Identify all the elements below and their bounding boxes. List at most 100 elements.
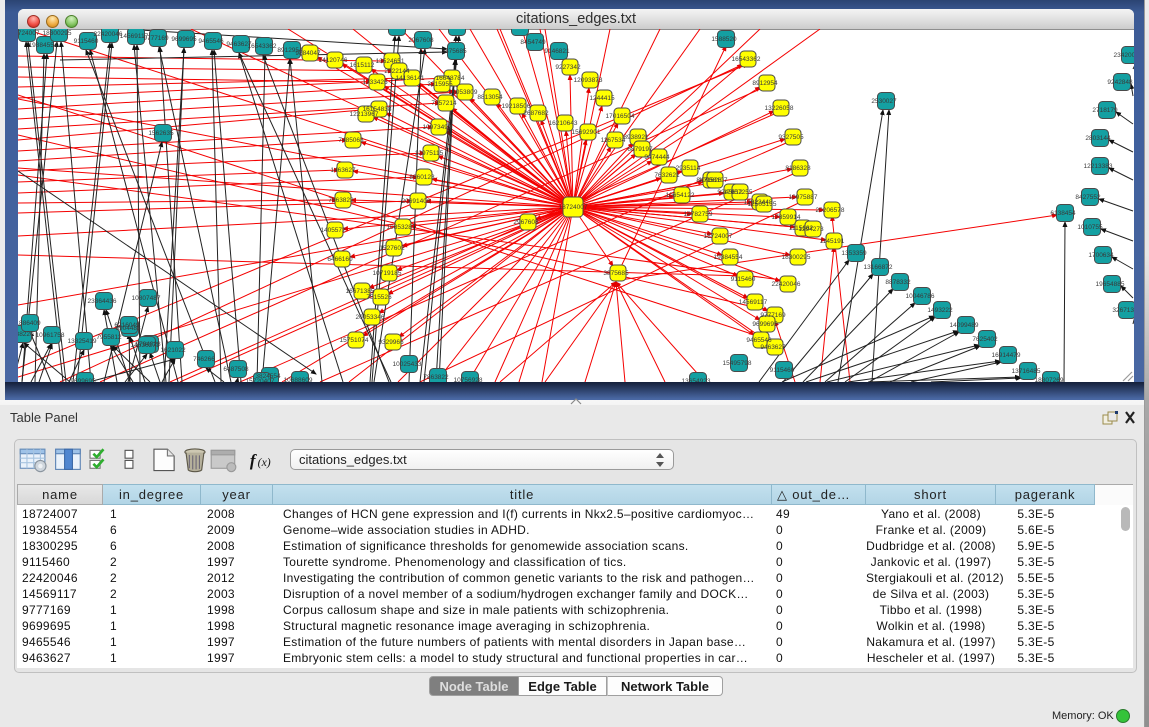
svg-text:9115460: 9115460 <box>731 276 756 283</box>
svg-text:12505135: 12505135 <box>748 201 777 208</box>
svg-text:13166872: 13166872 <box>864 264 893 271</box>
svg-text:9474444: 9474444 <box>644 154 670 161</box>
svg-text:18300295: 18300295 <box>43 30 72 37</box>
svg-text:1621022: 1621022 <box>160 347 186 354</box>
svg-text:14136141: 14136141 <box>396 75 425 82</box>
svg-text:16053809: 16053809 <box>449 89 478 96</box>
svg-text:1244415: 1244415 <box>589 95 615 102</box>
svg-text:10807487: 10807487 <box>132 295 161 302</box>
svg-text:1562635: 1562635 <box>148 130 174 137</box>
svg-text:7632621: 7632621 <box>654 172 680 179</box>
svg-text:19384554: 19384554 <box>29 42 58 49</box>
svg-text:2530027: 2530027 <box>871 98 897 105</box>
svg-text:7515526: 7515526 <box>366 294 392 301</box>
svg-text:16782759: 16782759 <box>684 211 713 218</box>
svg-text:22420046: 22420046 <box>772 281 801 288</box>
svg-text:9699695: 9699695 <box>171 36 197 43</box>
svg-text:3267130: 3267130 <box>1112 307 1134 314</box>
svg-text:15692901: 15692901 <box>572 129 601 136</box>
svg-text:9465546: 9465546 <box>198 38 224 45</box>
svg-text:746266: 746266 <box>193 356 215 363</box>
svg-text:8454749: 8454749 <box>520 39 546 46</box>
svg-text:1538220: 1538220 <box>18 331 34 338</box>
svg-text:9699695: 9699695 <box>752 321 778 328</box>
svg-text:10975887: 10975887 <box>789 194 818 201</box>
svg-text:1010755: 1010755 <box>1077 224 1103 231</box>
svg-text:3875685: 3875685 <box>441 48 467 55</box>
svg-text:18724007: 18724007 <box>559 204 588 211</box>
svg-text:10973493: 10973493 <box>423 124 452 131</box>
svg-text:6879197: 6879197 <box>627 146 653 153</box>
svg-text:20053346: 20053346 <box>356 314 385 321</box>
svg-text:8186328: 8186328 <box>505 29 531 31</box>
svg-text:9329966: 9329966 <box>378 339 404 346</box>
svg-text:1733426: 1733426 <box>362 79 388 86</box>
svg-text:2687682: 2687682 <box>523 110 549 117</box>
svg-text:13226058: 13226058 <box>381 29 410 31</box>
svg-text:8813054: 8813054 <box>477 94 503 101</box>
svg-text:7955812: 7955812 <box>96 334 122 341</box>
svg-text:2967608: 2967608 <box>513 219 539 226</box>
svg-text:9146821: 9146821 <box>544 48 570 55</box>
svg-text:14099489: 14099489 <box>950 322 979 329</box>
svg-text:23364436: 23364436 <box>88 298 117 305</box>
svg-text:14120746: 14120746 <box>319 57 348 64</box>
svg-text:7485063: 7485063 <box>338 137 364 144</box>
svg-text:20691406: 20691406 <box>402 198 431 205</box>
svg-text:9463627: 9463627 <box>760 344 786 351</box>
svg-text:2935114: 2935114 <box>676 165 701 172</box>
svg-text:3875685: 3875685 <box>603 270 629 277</box>
svg-text:1615112: 1615112 <box>350 62 375 69</box>
svg-text:22420046: 22420046 <box>94 31 123 38</box>
svg-text:1886409: 1886409 <box>18 320 41 327</box>
svg-text:10958107: 10958107 <box>699 177 728 184</box>
svg-text:10719185: 10719185 <box>373 270 402 277</box>
svg-text:12213967: 12213967 <box>350 111 379 118</box>
svg-text:8186328: 8186328 <box>785 165 811 172</box>
svg-text:1700634: 1700634 <box>1088 252 1114 259</box>
svg-text:9327505: 9327505 <box>778 134 804 141</box>
svg-text:9242848: 9242848 <box>1107 79 1133 86</box>
svg-text:20206578: 20206578 <box>816 207 845 214</box>
svg-text:7357214: 7357214 <box>431 100 457 107</box>
svg-text:18724007: 18724007 <box>18 30 40 37</box>
svg-text:8912954: 8912954 <box>752 80 778 87</box>
svg-text:8878332: 8878332 <box>885 279 911 286</box>
svg-text:19384554: 19384554 <box>714 254 743 261</box>
svg-text:9115460: 9115460 <box>770 367 795 374</box>
svg-text:15495798: 15495798 <box>723 360 752 367</box>
svg-text:10046786: 10046786 <box>906 293 935 300</box>
svg-text:1294273: 1294273 <box>798 226 824 233</box>
svg-text:2803144: 2803144 <box>1085 135 1111 142</box>
svg-text:9465546: 9465546 <box>746 337 772 344</box>
svg-text:16543362: 16543362 <box>248 43 277 50</box>
svg-text:12975115: 12975115 <box>415 150 444 157</box>
svg-text:12213383: 12213383 <box>1084 163 1113 170</box>
svg-text:2522144: 2522144 <box>384 68 410 75</box>
svg-text:17957255: 17957255 <box>724 189 753 196</box>
svg-text:1463627: 1463627 <box>330 167 356 174</box>
svg-text:14569117: 14569117 <box>739 299 768 306</box>
svg-text:(x): (x) <box>258 456 271 469</box>
svg-text:1527602: 1527602 <box>379 245 405 252</box>
svg-text:9227342: 9227342 <box>555 64 581 71</box>
svg-text:1588520: 1588520 <box>711 36 737 43</box>
svg-text:2967608: 2967608 <box>408 37 434 44</box>
svg-text:2718179: 2718179 <box>1092 107 1118 114</box>
svg-text:10025433: 10025433 <box>393 361 422 368</box>
svg-text:13226058: 13226058 <box>765 105 794 112</box>
svg-text:8427552: 8427552 <box>1075 194 1101 201</box>
svg-text:7625402: 7625402 <box>972 336 998 343</box>
svg-text:9884047: 9884047 <box>295 50 321 57</box>
svg-text:18724007: 18724007 <box>704 233 733 240</box>
svg-text:f: f <box>250 451 257 470</box>
svg-text:7863822: 7863822 <box>423 374 449 381</box>
svg-text:9327505: 9327505 <box>442 29 468 31</box>
svg-text:10853287: 10853287 <box>387 224 416 231</box>
svg-text:13524651: 13524651 <box>376 58 405 65</box>
svg-text:16543362: 16543362 <box>732 56 761 63</box>
svg-text:9777169: 9777169 <box>143 35 169 42</box>
svg-text:18300295: 18300295 <box>782 254 811 261</box>
svg-text:6487508: 6487508 <box>223 366 249 373</box>
svg-text:1145191: 1145191 <box>820 238 845 245</box>
